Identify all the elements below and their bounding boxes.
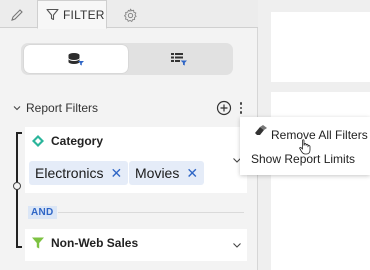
vertical-ellipsis-icon[interactable] xyxy=(236,99,246,117)
remove-chip-icon[interactable]: ✕ xyxy=(110,165,122,182)
filter-name: Non-Web Sales xyxy=(51,236,139,250)
filter-chip: Electronics ✕ xyxy=(29,161,129,185)
metric-funnel-icon xyxy=(32,237,44,249)
view-toggle xyxy=(21,43,233,75)
tab-edit[interactable] xyxy=(5,4,29,26)
divider xyxy=(58,212,244,213)
filter-card-category[interactable]: Category Electronics ✕ Movies ✕ xyxy=(25,127,247,193)
bracket-node-icon xyxy=(13,182,21,190)
filter-card-non-web-sales[interactable]: Non-Web Sales xyxy=(25,229,247,261)
chevron-down-icon[interactable] xyxy=(232,240,242,250)
report-filters-title: Report Filters xyxy=(26,101,99,115)
chip-label: Electronics xyxy=(35,165,104,181)
chevron-down-icon[interactable] xyxy=(12,103,22,113)
tab-settings[interactable] xyxy=(118,4,142,26)
operator-badge[interactable]: AND xyxy=(28,206,57,219)
filter-panel: FILTER Report Filters Category Electroni… xyxy=(0,0,258,270)
filter-chip: Movies ✕ xyxy=(129,161,205,185)
pencil-icon xyxy=(11,9,23,21)
filter-title: Non-Web Sales xyxy=(31,236,138,250)
toggle-option-table[interactable] xyxy=(127,45,231,73)
toggle-option-data[interactable] xyxy=(24,45,128,73)
tab-filter[interactable]: FILTER xyxy=(37,0,107,29)
filter-name: Category xyxy=(51,134,104,148)
funnel-icon xyxy=(46,8,59,21)
eraser-icon xyxy=(255,125,267,135)
attribute-diamond-icon xyxy=(32,135,44,147)
tab-filter-label: FILTER xyxy=(63,7,105,22)
gear-icon xyxy=(123,8,137,22)
hand-cursor-icon xyxy=(299,139,311,155)
chip-label: Movies xyxy=(135,165,180,181)
table-filter-icon xyxy=(171,53,187,66)
panel-tabs: FILTER xyxy=(0,0,258,29)
filter-title: Category xyxy=(31,134,103,148)
remove-chip-icon[interactable]: ✕ xyxy=(186,165,198,182)
report-filters-header: Report Filters xyxy=(12,98,250,118)
plus-circle-icon[interactable] xyxy=(215,99,233,117)
canvas-region xyxy=(271,12,370,82)
filter-group-bracket xyxy=(16,132,22,248)
menu-item-label: Remove All Filters xyxy=(271,128,368,142)
database-filter-icon xyxy=(68,53,84,66)
